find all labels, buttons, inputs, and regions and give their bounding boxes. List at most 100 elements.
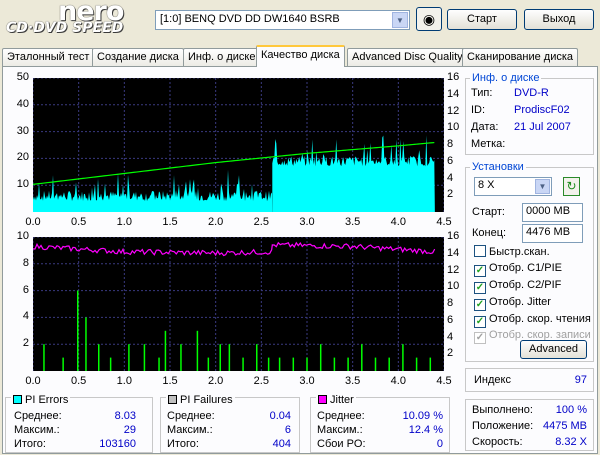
- show-c1-pie-checkbox[interactable]: ✓ Отобр. C1/PIE: [474, 262, 562, 277]
- disc-label-label: Метка:: [471, 138, 506, 150]
- pi-failures-title: PI Failures: [166, 394, 235, 406]
- jitter-max-label: Максим.:: [317, 424, 363, 436]
- start-label: Старт:: [472, 206, 505, 218]
- chevron-down-icon[interactable]: ▼: [535, 179, 550, 194]
- po-failures-label: Сбои PO:: [317, 438, 366, 450]
- y-right-tick-label: 16: [447, 71, 460, 83]
- pi-errors-stats: PI Errors Среднее: 8.03 Максим.: 29 Итог…: [5, 394, 153, 453]
- show-jitter-checkbox[interactable]: ✓ Отобр. Jitter: [474, 296, 551, 311]
- position-value: 4475 MB: [542, 420, 587, 432]
- jitter-line: [32, 241, 436, 257]
- speed-select[interactable]: 8 X ▼: [474, 177, 552, 196]
- y-right-tick-label: 10: [447, 280, 460, 293]
- x-tick-label: 0.0: [25, 216, 41, 228]
- x-tick-label: 2.5: [253, 216, 269, 228]
- pi-errors-max-label: Максим.:: [14, 424, 60, 436]
- y-left-tick-label: 40: [16, 97, 29, 110]
- speed-label: Скорость:: [472, 436, 523, 448]
- tab-disc-quality[interactable]: Качество диска: [256, 45, 345, 67]
- y-right-tick-label: 12: [447, 263, 460, 276]
- pi-errors-area: [33, 169, 273, 212]
- x-tick-label: 3.5: [345, 216, 361, 228]
- index-box: Индекс 97: [465, 368, 594, 392]
- x-tick-label: 1.5: [162, 375, 178, 387]
- disc-info-group: Инф. о диске Тип: DVD-R ID: ProdiscF02 Д…: [465, 72, 594, 155]
- pi-errors-total-value: 103160: [99, 438, 136, 450]
- jitter-stats: Jitter Среднее: 10.09 % Максим.: 12.4 % …: [310, 394, 450, 453]
- quick-scan-checkbox[interactable]: Быстр.скан.: [474, 245, 550, 258]
- x-tick-label: 4.5: [436, 375, 452, 387]
- index-label: Индекс: [474, 374, 511, 386]
- tab-disc-info[interactable]: Инф. о диске: [183, 48, 261, 66]
- checkmark-icon[interactable]: ✓: [474, 282, 486, 294]
- nero-logo: nero CD·DVD SPEED: [6, 0, 146, 38]
- pi-failures-title-text: PI Failures: [180, 394, 233, 406]
- logo-cd-dvd-speed-text: CD·DVD SPEED: [6, 20, 124, 36]
- checkbox-label: Отобр. C2/PIF: [489, 279, 562, 291]
- end-mb-input[interactable]: 4476 MB: [522, 224, 583, 243]
- x-tick-label: 4.0: [390, 375, 406, 387]
- y-right-tick-label: 16: [447, 230, 460, 242]
- checkbox-box[interactable]: [474, 245, 486, 257]
- y-right-tick-label: 2: [447, 347, 454, 360]
- chevron-down-icon[interactable]: ▼: [392, 12, 408, 28]
- pi-failures-avg-value: 0.04: [269, 410, 291, 422]
- pi-failures-total-value: 404: [272, 438, 291, 450]
- jitter-title: Jitter: [316, 394, 356, 406]
- end-label: Конец:: [472, 227, 507, 239]
- disc-id-label: ID:: [471, 104, 486, 116]
- jitter-avg-label: Среднее:: [317, 410, 365, 422]
- y-left-tick-label: 8: [22, 256, 29, 269]
- checkmark-icon[interactable]: ✓: [474, 316, 486, 328]
- disc-type-value: DVD-R: [514, 87, 549, 99]
- y-left-tick-label: 6: [22, 283, 29, 296]
- y-left-tick-label: 10: [16, 178, 29, 191]
- pi-errors-title-text: PI Errors: [25, 394, 69, 406]
- show-read-speed-checkbox[interactable]: ✓ Отобр. скор. чтения: [474, 313, 591, 328]
- y-right-tick-label: 12: [447, 104, 460, 117]
- x-tick-label: 0.5: [71, 375, 87, 387]
- refresh-speed-icon[interactable]: ↻: [563, 177, 580, 196]
- eject-refresh-button[interactable]: ◉: [416, 7, 442, 31]
- disc-date-value: 21 Jul 2007: [514, 121, 571, 133]
- settings-title: Установки: [470, 161, 526, 173]
- x-tick-label: 1.0: [116, 216, 132, 228]
- start-mb-input[interactable]: 0000 MB: [522, 203, 583, 222]
- jitter-avg-value: 10.09 %: [402, 410, 443, 422]
- x-tick-label: 1.5: [162, 216, 178, 228]
- pi-failures-chart: [32, 236, 445, 371]
- advanced-button[interactable]: Advanced: [520, 340, 587, 359]
- tab-benchmark[interactable]: Эталонный тест: [2, 48, 95, 66]
- exit-button[interactable]: Выход: [524, 9, 594, 30]
- y-left-tick-label: 10: [16, 230, 29, 242]
- pi-errors-title: PI Errors: [11, 394, 71, 406]
- checkbox-label: Отобр. C1/PIE: [489, 262, 562, 274]
- drive-select-value: [1:0] BENQ DVD DD DW1640 BSRB: [160, 13, 340, 25]
- tab-advanced-disc-quality[interactable]: Advanced Disc Quality: [347, 48, 468, 66]
- checkbox-label: Отобр. Jitter: [489, 296, 551, 308]
- show-c2-pif-checkbox[interactable]: ✓ Отобр. C2/PIF: [474, 279, 561, 294]
- pi-failures-legend-swatch: [168, 395, 177, 404]
- y-right-tick-label: 14: [447, 246, 460, 259]
- checkmark-icon[interactable]: ✓: [474, 299, 486, 311]
- tab-disc-scan[interactable]: Сканирование диска: [462, 48, 579, 66]
- y-left-tick-label: 4: [22, 310, 29, 323]
- y-left-tick-label: 30: [16, 124, 29, 137]
- start-button[interactable]: Старт: [447, 9, 517, 30]
- pi-failures-avg-label: Среднее:: [167, 410, 215, 422]
- jitter-title-text: Jitter: [330, 394, 354, 406]
- tab-create-disc[interactable]: Создание диска: [92, 48, 184, 66]
- x-tick-label: 3.5: [345, 375, 361, 387]
- pi-failures-max-value: 6: [284, 424, 291, 436]
- x-tick-label: 1.0: [116, 375, 132, 387]
- pi-errors-avg-label: Среднее:: [14, 410, 62, 422]
- checkmark-icon[interactable]: ✓: [474, 265, 486, 277]
- drive-select[interactable]: [1:0] BENQ DVD DD DW1640 BSRB ▼: [155, 10, 410, 30]
- y-right-tick-label: 14: [447, 87, 460, 100]
- pi-failures-total-label: Итого:: [167, 438, 199, 450]
- pi-errors-max-value: 29: [123, 424, 136, 436]
- disc-info-title: Инф. о диске: [470, 72, 542, 84]
- y-right-tick-label: 8: [447, 138, 454, 150]
- x-tick-label: 3.0: [299, 375, 315, 387]
- x-tick-label: 3.0: [299, 216, 315, 228]
